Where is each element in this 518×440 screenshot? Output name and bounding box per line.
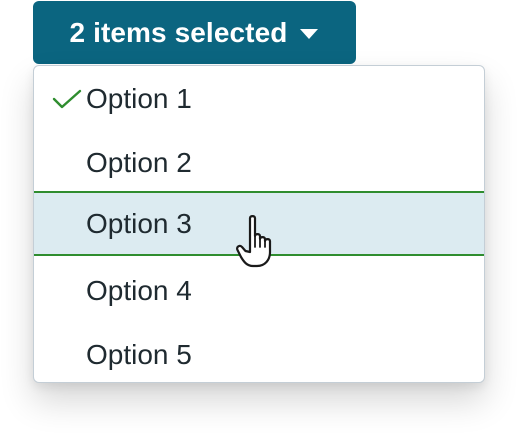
multiselect-dropdown: 2 items selected Option 1 Option 2 Optio… bbox=[0, 0, 518, 440]
multiselect-trigger-button[interactable]: 2 items selected bbox=[33, 1, 356, 64]
trigger-label: 2 items selected bbox=[69, 16, 288, 48]
option-1[interactable]: Option 1 bbox=[34, 67, 484, 131]
caret-down-icon bbox=[300, 28, 319, 39]
option-4[interactable]: Option 4 bbox=[34, 259, 484, 323]
option-3[interactable]: Option 3 bbox=[34, 191, 484, 256]
option-label: Option 2 bbox=[86, 147, 192, 178]
options-menu: Option 1 Option 2 Option 3 Option 4 Opti… bbox=[33, 65, 485, 383]
option-label: Option 3 bbox=[86, 207, 192, 239]
option-5[interactable]: Option 5 bbox=[34, 323, 484, 382]
option-label: Option 4 bbox=[86, 275, 192, 306]
option-label: Option 5 bbox=[86, 339, 192, 370]
checkmark-icon bbox=[52, 89, 82, 109]
option-label: Option 1 bbox=[86, 83, 192, 114]
option-2[interactable]: Option 2 bbox=[34, 131, 484, 195]
